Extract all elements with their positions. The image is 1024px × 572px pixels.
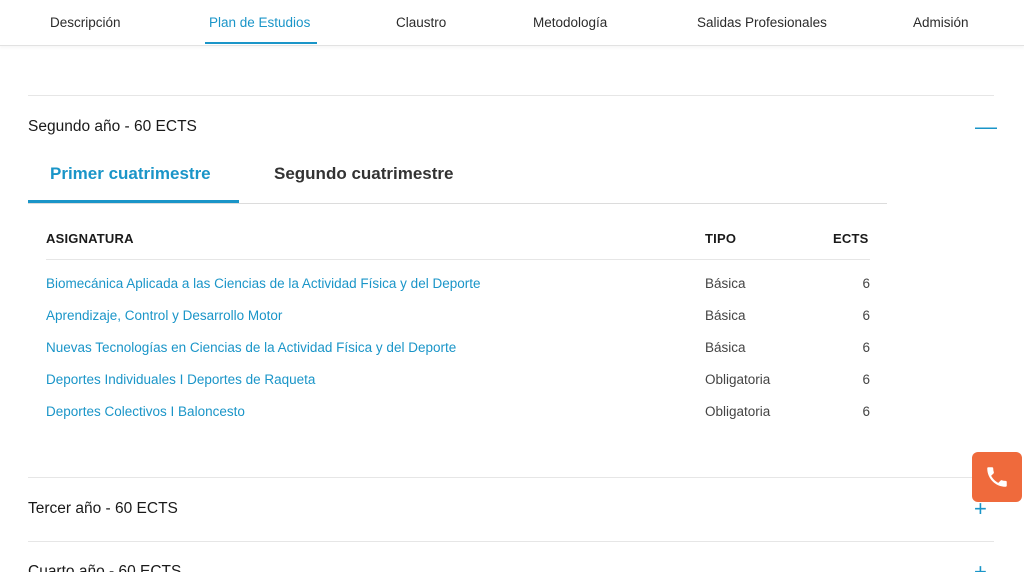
subject-ects: 6 bbox=[862, 372, 870, 387]
subject-ects: 6 bbox=[862, 340, 870, 355]
column-header-ects: ECTS bbox=[833, 231, 869, 246]
table-row: Biomecánica Aplicada a las Ciencias de l… bbox=[0, 276, 1024, 308]
subject-ects: 6 bbox=[862, 276, 870, 291]
nav-tab-claustro[interactable]: Claustro bbox=[396, 0, 446, 46]
accordion-header-second-year[interactable]: Segundo año - 60 ECTS bbox=[28, 118, 197, 136]
subject-link[interactable]: Deportes Colectivos I Baloncesto bbox=[46, 404, 245, 419]
accordion-divider bbox=[28, 541, 994, 542]
subject-type: Básica bbox=[705, 276, 746, 291]
subject-link[interactable]: Biomecánica Aplicada a las Ciencias de l… bbox=[46, 276, 480, 291]
nav-tab-plan-de-estudios[interactable]: Plan de Estudios bbox=[209, 0, 310, 46]
table-row: Deportes Individuales I Deportes de Raqu… bbox=[0, 372, 1024, 404]
accordion-divider bbox=[28, 95, 994, 96]
subject-link[interactable]: Deportes Individuales I Deportes de Raqu… bbox=[46, 372, 315, 387]
nav-tab-metodologia[interactable]: Metodología bbox=[533, 0, 607, 46]
subject-link[interactable]: Aprendizaje, Control y Desarrollo Motor bbox=[46, 308, 282, 323]
accordion-header-third-year[interactable]: Tercer año - 60 ECTS bbox=[28, 500, 178, 518]
subject-type: Básica bbox=[705, 308, 746, 323]
phone-icon bbox=[987, 467, 1007, 487]
subject-type: Obligatoria bbox=[705, 404, 771, 419]
subject-ects: 6 bbox=[862, 308, 870, 323]
table-header-divider bbox=[46, 259, 870, 260]
call-button[interactable] bbox=[972, 452, 1022, 502]
collapse-icon[interactable]: — bbox=[975, 116, 997, 138]
table-row: Nuevas Tecnologías en Ciencias de la Act… bbox=[0, 340, 1024, 372]
active-semester-indicator bbox=[28, 200, 239, 203]
subject-type: Básica bbox=[705, 340, 746, 355]
tabs-divider bbox=[28, 203, 887, 204]
accordion-divider bbox=[28, 477, 994, 478]
tab-segundo-cuatrimestre[interactable]: Segundo cuatrimestre bbox=[274, 164, 454, 184]
active-tab-indicator bbox=[205, 42, 317, 44]
nav-tab-salidas-profesionales[interactable]: Salidas Profesionales bbox=[697, 0, 827, 46]
subject-ects: 6 bbox=[862, 404, 870, 419]
accordion-header-fourth-year[interactable]: Cuarto año - 60 ECTS bbox=[28, 563, 181, 572]
column-header-tipo: TIPO bbox=[705, 231, 737, 246]
table-row: Aprendizaje, Control y Desarrollo Motor … bbox=[0, 308, 1024, 340]
subject-type: Obligatoria bbox=[705, 372, 771, 387]
section-tabs-bar: Descripción Plan de Estudios Claustro Me… bbox=[0, 0, 1024, 46]
nav-tab-descripcion[interactable]: Descripción bbox=[50, 0, 121, 46]
nav-tab-admision[interactable]: Admisión bbox=[913, 0, 969, 46]
table-row: Deportes Colectivos I Baloncesto Obligat… bbox=[0, 404, 1024, 436]
subject-link[interactable]: Nuevas Tecnologías en Ciencias de la Act… bbox=[46, 340, 456, 355]
column-header-asignatura: ASIGNATURA bbox=[46, 231, 134, 246]
expand-icon[interactable]: + bbox=[974, 561, 987, 572]
tab-primer-cuatrimestre[interactable]: Primer cuatrimestre bbox=[50, 164, 211, 184]
